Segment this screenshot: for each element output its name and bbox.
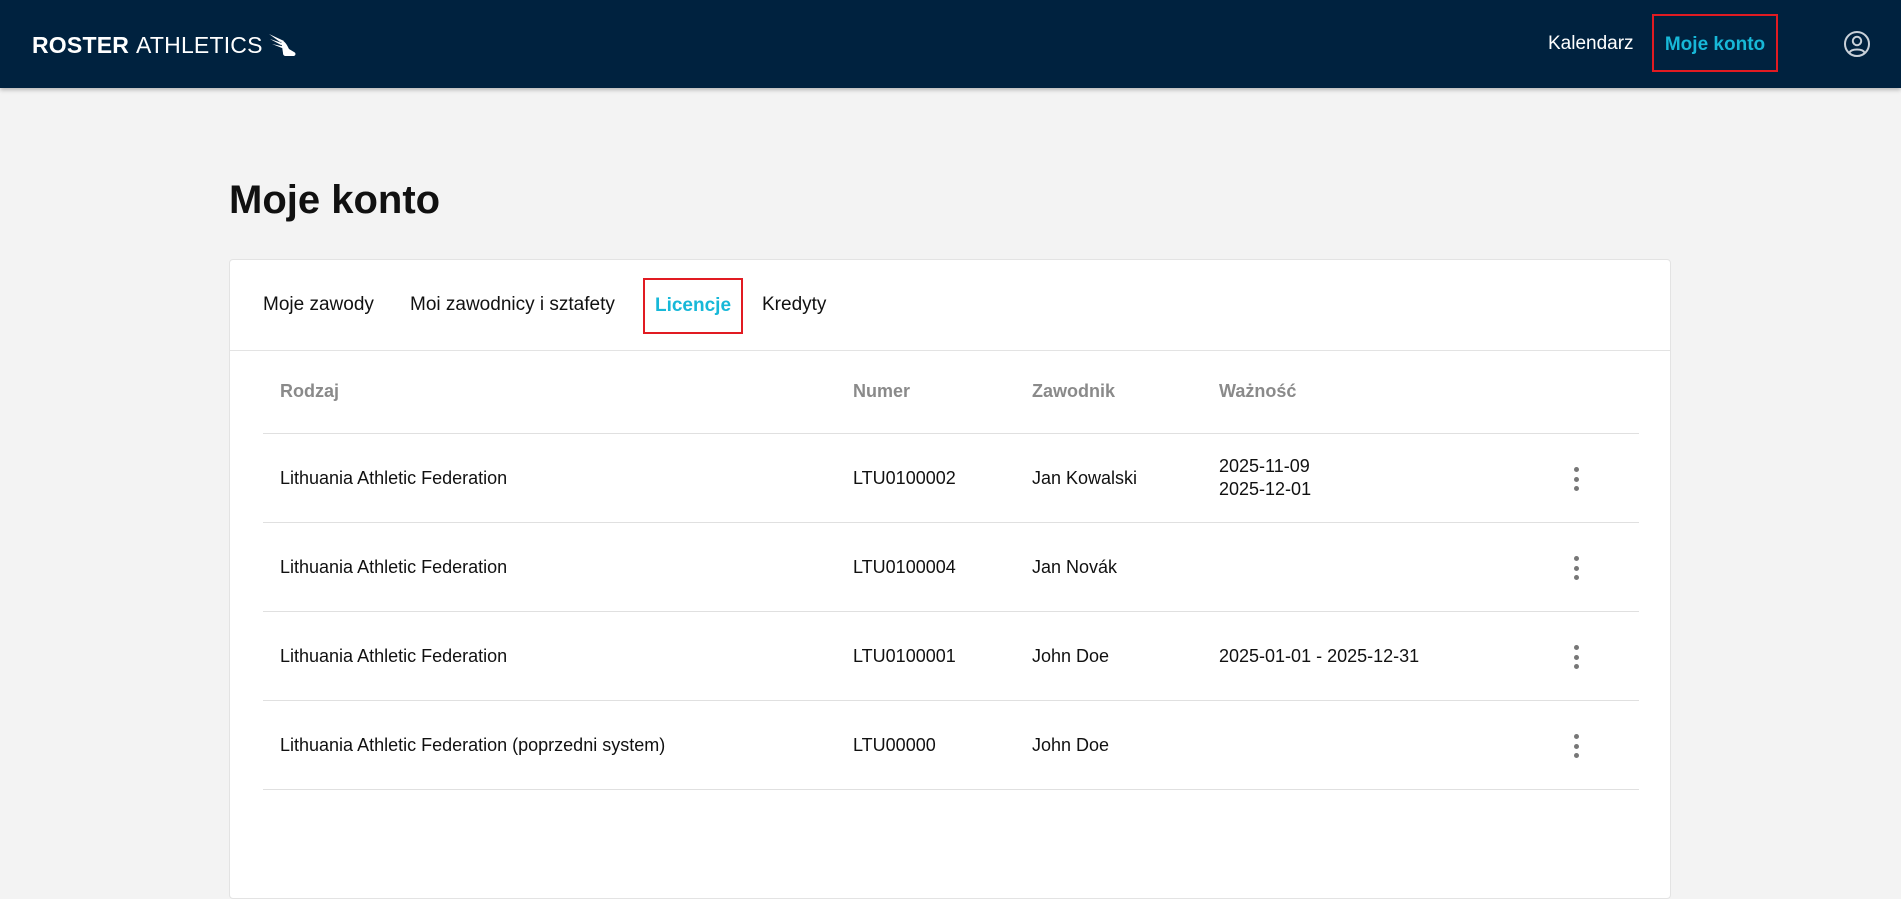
license-validity-line-1: 2025-11-09 [1219,456,1310,476]
license-validity-line-1: 2025-01-01 - 2025-12-31 [1219,645,1420,666]
roster-athletics-logo[interactable]: ROSTER ATHLETICS [32,30,297,60]
table-header: Rodzaj Numer Zawodnik Ważność [263,350,1639,434]
license-number: LTU0100002 [853,467,956,488]
license-type: Lithuania Athletic Federation [280,467,508,488]
account-tabs: Moje zawody Moi zawodnicy i sztafety Lic… [230,260,1670,351]
license-athlete: John Doe [1032,645,1110,666]
more-vertical-icon[interactable] [1569,734,1583,758]
license-validity: 2025-01-01 - 2025-12-31 [1219,612,1419,700]
column-header-validity[interactable]: Ważność [1219,381,1296,402]
tab-licenses[interactable]: Licencje [643,278,743,334]
more-vertical-icon[interactable] [1569,556,1583,580]
more-vertical-icon[interactable] [1569,467,1583,491]
tab-credits[interactable]: Kredyty [762,290,826,320]
tab-my-competitions[interactable]: Moje zawody [263,290,374,320]
nav-link-calendar[interactable]: Kalendarz [1548,30,1634,58]
logo-text-bold: ROSTER [32,31,130,58]
winged-shoe-icon [268,34,296,56]
column-header-number[interactable]: Numer [853,381,910,402]
nav-link-my-account[interactable]: Moje konto [1652,14,1778,72]
license-validity: 2025-11-09 2025-12-01 [1219,434,1311,522]
table-row[interactable]: Lithuania Athletic Federation LTU0100004… [263,523,1639,612]
column-header-type[interactable]: Rodzaj [280,381,339,402]
top-navigation-bar: ROSTER ATHLETICS Kalendarz Moje konto [0,0,1901,88]
table-row[interactable]: Lithuania Athletic Federation LTU0100002… [263,434,1639,523]
license-number: LTU0100001 [853,645,956,666]
license-type: Lithuania Athletic Federation [280,645,508,666]
license-athlete: John Doe [1032,734,1110,755]
more-vertical-icon[interactable] [1569,645,1583,669]
licenses-table: Rodzaj Numer Zawodnik Ważność Lithuania … [263,350,1639,790]
license-athlete: Jan Novák [1032,556,1118,577]
table-row[interactable]: Lithuania Athletic Federation LTU0100001… [263,612,1639,701]
user-circle-icon[interactable] [1843,30,1871,58]
column-header-athlete[interactable]: Zawodnik [1032,381,1115,402]
logo-text-light: ATHLETICS [136,31,263,58]
account-card: Moje zawody Moi zawodnicy i sztafety Lic… [229,259,1671,899]
table-row[interactable]: Lithuania Athletic Federation (poprzedni… [263,701,1639,790]
license-type: Lithuania Athletic Federation (poprzedni… [280,734,666,755]
page-title: Moje konto [229,178,441,222]
tab-my-athletes-and-relays[interactable]: Moi zawodnicy i sztafety [410,290,615,320]
license-validity-line-2: 2025-12-01 [1219,479,1312,499]
license-number: LTU00000 [853,734,936,755]
license-type: Lithuania Athletic Federation [280,556,508,577]
license-number: LTU0100004 [853,556,956,577]
license-athlete: Jan Kowalski [1032,467,1138,488]
